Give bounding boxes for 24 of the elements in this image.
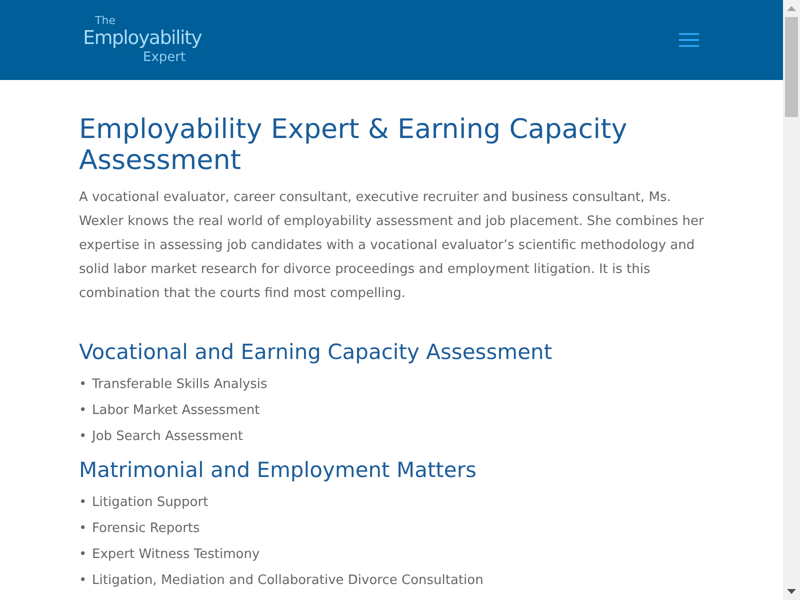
list-item: Expert Witness Testimony xyxy=(92,546,260,564)
page-title: Employability Expert & Earning Capacity Assessment xyxy=(79,114,628,176)
scroll-down-icon[interactable] xyxy=(787,589,796,594)
scrollbar[interactable] xyxy=(783,0,800,600)
bullet: • xyxy=(79,376,88,394)
list-item: Job Search Assessment xyxy=(92,428,243,446)
bullet: • xyxy=(79,520,88,538)
bullet: • xyxy=(79,402,88,420)
list-item: Litigation, Mediation and Collaborative Divorce Consultation xyxy=(92,572,484,590)
scroll-thumb[interactable] xyxy=(785,17,798,117)
bullet: • xyxy=(79,546,88,564)
bullet: • xyxy=(79,428,88,446)
list-item: Labor Market Assessment xyxy=(92,402,260,420)
list-item: Forensic Reports xyxy=(92,520,200,538)
logo[interactable]: The Employability Expert xyxy=(83,12,202,68)
section-heading: Matrimonial and Employment Matters xyxy=(79,457,478,484)
bullet: • xyxy=(79,572,88,590)
intro-paragraph: A vocational evaluator, career consultant, executive recruiter and business consultant, Ms. Wexler knows the real world of employability assessment and job placement. She combines her expertise in assessing job candidates with a vocational evaluator’s scientific methodology and solid labor market research for divorce proceedings and employment litigation. It is this combination that the courts find most compelling. xyxy=(79,189,705,303)
scroll-up-icon[interactable] xyxy=(787,6,796,11)
menu-icon[interactable] xyxy=(679,33,699,47)
section-heading: Vocational and Earning Capacity Assessment xyxy=(79,339,554,366)
list-item: Transferable Skills Analysis xyxy=(92,376,268,394)
bullet: • xyxy=(79,494,88,512)
list-item: Litigation Support xyxy=(92,494,208,512)
